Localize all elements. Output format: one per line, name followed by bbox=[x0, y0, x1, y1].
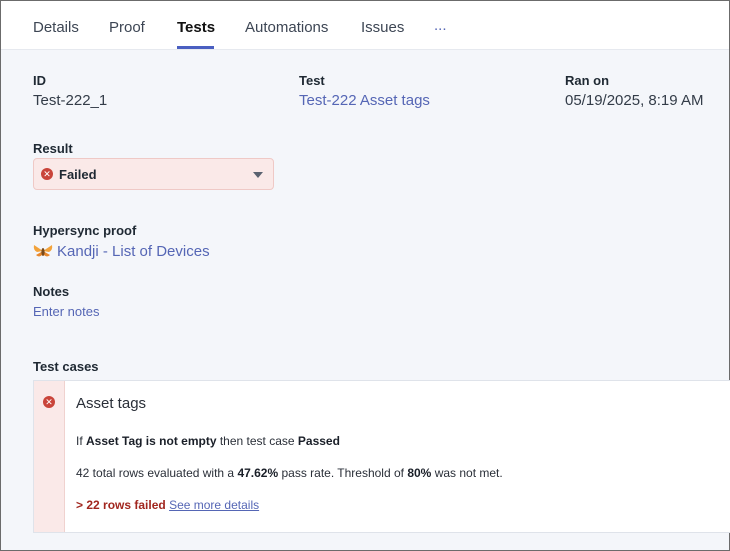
active-tab-indicator bbox=[177, 46, 214, 49]
id-value: Test-222_1 bbox=[33, 92, 108, 109]
chevron-down-icon bbox=[253, 172, 263, 178]
result-label: Result bbox=[33, 141, 73, 156]
kandji-bee-icon bbox=[33, 245, 53, 257]
tab-issues[interactable]: Issues bbox=[361, 19, 404, 36]
tab-more[interactable]: ... bbox=[434, 17, 447, 34]
test-case-card: ✕ Asset tags If Asset Tag is not empty t… bbox=[33, 380, 730, 533]
test-case-status-strip: ✕ bbox=[34, 381, 65, 532]
tab-bar: Details Proof Tests Automations Issues .… bbox=[1, 1, 729, 50]
tab-tests[interactable]: Tests bbox=[177, 19, 215, 36]
tab-automations[interactable]: Automations bbox=[245, 19, 328, 36]
test-case-summary: 42 total rows evaluated with a 47.62% pa… bbox=[76, 466, 503, 480]
test-case-title: Asset tags bbox=[76, 395, 147, 412]
test-cases-label: Test cases bbox=[33, 359, 99, 374]
notes-label: Notes bbox=[33, 284, 70, 299]
test-case-failures: > 22 rows failed See more details bbox=[76, 498, 259, 512]
see-more-details-link[interactable]: See more details bbox=[169, 498, 259, 512]
test-link[interactable]: Test-222 Asset tags bbox=[299, 92, 430, 109]
error-icon: ✕ bbox=[41, 168, 53, 180]
hypersync-proof-link[interactable]: Kandji - List of Devices bbox=[57, 243, 210, 260]
hypersync-label: Hypersync proof bbox=[33, 223, 137, 238]
tab-details[interactable]: Details bbox=[33, 19, 79, 36]
result-value: Failed bbox=[59, 167, 97, 182]
id-label: ID bbox=[33, 73, 46, 88]
tab-proof[interactable]: Proof bbox=[109, 19, 145, 36]
result-select[interactable]: ✕ Failed bbox=[33, 158, 274, 190]
ran-on-value: 05/19/2025, 8:19 AM bbox=[565, 92, 704, 109]
notes-input[interactable]: Enter notes bbox=[33, 304, 100, 319]
test-case-rule: If Asset Tag is not empty then test case… bbox=[76, 434, 340, 448]
failed-rows-toggle[interactable]: > 22 rows failed bbox=[76, 498, 166, 512]
test-label: Test bbox=[299, 73, 325, 88]
error-icon: ✕ bbox=[43, 396, 55, 408]
ran-on-label: Ran on bbox=[565, 73, 610, 88]
